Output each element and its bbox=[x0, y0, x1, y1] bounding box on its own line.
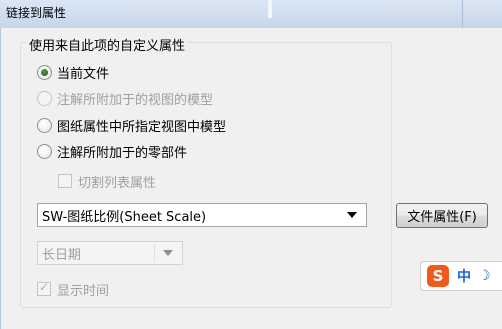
dropdown-separator bbox=[154, 244, 155, 262]
cut-list-properties-label: 切割列表属性 bbox=[78, 175, 157, 191]
show-time-checkbox[interactable]: 显示时间 bbox=[37, 279, 109, 299]
radio-button[interactable] bbox=[37, 117, 52, 133]
date-format-value: 长日期 bbox=[42, 247, 82, 263]
moon-icon[interactable]: ☽ bbox=[478, 268, 491, 284]
radio-model-in-specified-view[interactable]: 图纸属性中所指定视图中模型 bbox=[37, 115, 226, 135]
radio-button-disabled[interactable] bbox=[37, 90, 52, 106]
radio-button-checked[interactable] bbox=[37, 64, 52, 80]
title-bar: 链接到属性 bbox=[0, 0, 502, 28]
property-name-value: SW-图纸比例(Sheet Scale) bbox=[42, 209, 207, 225]
radio-button[interactable] bbox=[37, 143, 52, 159]
title-bar-caption-gap bbox=[268, 0, 272, 18]
show-time-label: 显示时间 bbox=[57, 283, 110, 299]
radio-component-attached[interactable]: 注解所附加于的零部件 bbox=[37, 141, 187, 161]
checkbox-box-checked[interactable] bbox=[37, 280, 51, 296]
date-format-dropdown[interactable]: 长日期 bbox=[37, 241, 183, 265]
radio-label-component-attached: 注解所附加于的零部件 bbox=[57, 145, 188, 161]
file-properties-button-label: 文件属性(F) bbox=[407, 210, 477, 225]
window-title: 链接到属性 bbox=[6, 6, 67, 20]
chevron-down-icon[interactable] bbox=[163, 250, 173, 256]
radio-model-in-view-attached[interactable]: 注解所附加于的视图的模型 bbox=[37, 88, 213, 108]
ime-toolbar[interactable]: S 中 ☽ bbox=[420, 261, 502, 291]
property-name-dropdown[interactable]: SW-图纸比例(Sheet Scale) bbox=[37, 203, 367, 227]
sogou-logo-icon[interactable]: S bbox=[427, 265, 449, 287]
checkbox-box[interactable] bbox=[58, 174, 72, 188]
chevron-down-icon[interactable] bbox=[347, 212, 357, 218]
radio-label-model-in-view-attached: 注解所附加于的视图的模型 bbox=[57, 92, 214, 108]
file-properties-button[interactable]: 文件属性(F) bbox=[396, 203, 488, 228]
ime-mode-toggle[interactable]: 中 bbox=[457, 266, 471, 286]
cut-list-properties-checkbox[interactable]: 切割列表属性 bbox=[58, 171, 156, 191]
radio-current-document[interactable]: 当前文件 bbox=[37, 62, 109, 82]
radio-label-model-in-specified-view: 图纸属性中所指定视图中模型 bbox=[57, 119, 227, 135]
radio-label-current-document: 当前文件 bbox=[57, 66, 110, 82]
groupbox-caption: 使用来自此项的自定义属性 bbox=[26, 35, 189, 54]
title-bar-edge bbox=[462, 0, 463, 28]
